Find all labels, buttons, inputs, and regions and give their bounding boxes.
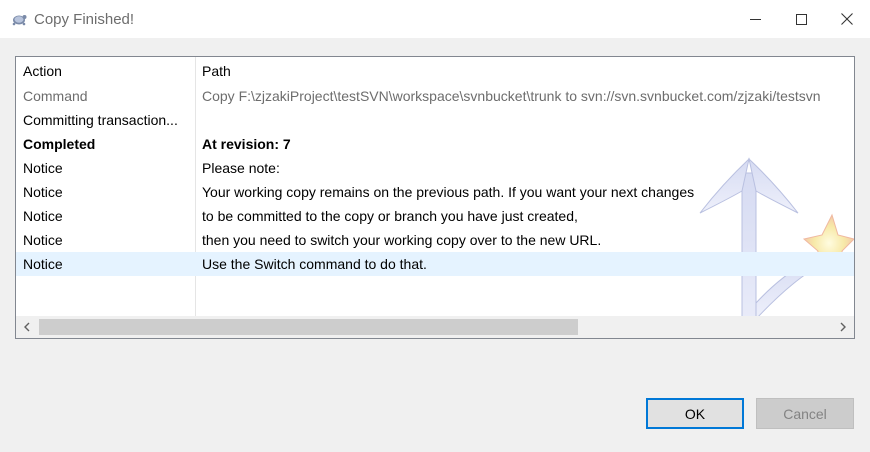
window-title: Copy Finished! [34,10,135,28]
list-item-selected[interactable]: Notice Use the Switch command to do that… [16,252,854,276]
action-cell: Notice [23,208,63,224]
tortoisesvn-icon [11,11,27,27]
results-list[interactable]: Action Path Command Copy F:\zjzakiProjec… [15,56,855,339]
list-item[interactable]: Notice Your working copy remains on the … [16,180,854,204]
horizontal-scrollbar[interactable] [16,316,854,338]
path-cell: At revision: 7 [202,136,291,152]
action-cell: Completed [23,136,96,152]
list-item[interactable]: Notice to be committed to the copy or br… [16,204,854,228]
minimize-icon [749,18,761,20]
column-header-action[interactable]: Action [23,63,62,79]
ok-button[interactable]: OK [646,398,744,429]
close-icon [841,13,853,25]
column-header-path[interactable]: Path [202,63,231,79]
chevron-left-icon [24,322,30,332]
action-cell: Notice [23,232,63,248]
action-cell: Committing transaction... [23,112,178,128]
minimize-button[interactable] [732,0,778,38]
list-item[interactable]: Command Copy F:\zjzakiProject\testSVN\wo… [16,84,854,108]
scroll-right-button[interactable] [832,316,854,338]
maximize-icon [795,13,807,25]
path-cell: then you need to switch your working cop… [202,232,602,248]
action-cell: Notice [23,160,63,176]
list-item[interactable]: Notice then you need to switch your work… [16,228,854,252]
path-cell: Use the Switch command to do that. [202,256,427,272]
path-cell: Your working copy remains on the previou… [202,184,695,200]
list-header: Action Path [16,59,854,83]
action-cell: Notice [23,184,63,200]
path-cell: Copy F:\zjzakiProject\testSVN\workspace\… [202,88,821,104]
title-bar: Copy Finished! [0,0,870,38]
path-cell: Please note: [202,160,280,176]
list-item[interactable]: Notice Please note: [16,156,854,180]
action-cell: Command [23,88,88,104]
path-cell: to be committed to the copy or branch yo… [202,208,578,224]
scroll-left-button[interactable] [16,316,38,338]
action-cell: Notice [23,256,63,272]
list-item[interactable]: Completed At revision: 7 [16,132,854,156]
close-button[interactable] [824,0,870,38]
cancel-button[interactable]: Cancel [756,398,854,429]
list-item[interactable]: Committing transaction... [16,108,854,132]
chevron-right-icon [840,322,846,332]
scrollbar-thumb[interactable] [39,319,578,335]
maximize-button[interactable] [778,0,824,38]
